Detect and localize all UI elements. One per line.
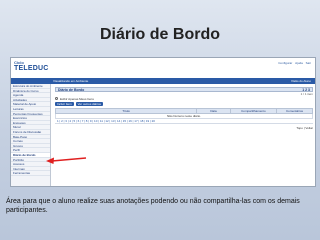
nav-context-text: Visualizando em Ambiente (53, 79, 89, 83)
add-item-button[interactable]: Incluir Item (55, 102, 74, 106)
red-arrow-annotation (46, 157, 87, 164)
teleduc-logo: Ciclo TELEDUC (14, 60, 49, 76)
arrow-head (46, 157, 54, 164)
app-header: Ciclo TELEDUC Configurar Ajuda Sair (11, 58, 315, 78)
screenshot-frame: Ciclo TELEDUC Configurar Ajuda Sair Visu… (10, 57, 316, 187)
header-links: Configurar Ajuda Sair (276, 61, 311, 65)
arrow-shaft (51, 157, 87, 162)
main-content: Diário de Bordo 1 2 3 1 / 1 item Exibir … (54, 87, 313, 185)
header-link-sair[interactable]: Sair (306, 61, 311, 65)
header-link-ajuda[interactable]: Ajuda (295, 61, 303, 65)
sidebar-item[interactable]: Ferramentas (11, 171, 50, 176)
panel-title: Diário de Bordo 1 2 3 (55, 87, 313, 92)
slide-caption: Área para que o aluno realize suas anota… (6, 198, 300, 214)
pager[interactable]: 1 | 2 | 3 | 4 | 5 | 6 | 7 | 8 | 9 | 10 |… (55, 119, 313, 124)
nav-view-mode[interactable]: Visão do Aluno (291, 79, 311, 83)
header-link-configurar[interactable]: Configurar (278, 61, 292, 65)
slide-title: Diário de Bordo (99, 26, 220, 43)
panel-controls[interactable]: 1 2 3 (302, 88, 310, 92)
action-buttons: Incluir Item Ver outros diários (55, 101, 313, 107)
other-diaries-button[interactable]: Ver outros diários (75, 102, 104, 106)
filter-radio[interactable] (55, 97, 58, 100)
table-row: Não há itens neste diário. (55, 113, 313, 119)
top-nav-bar: Visualizando em Ambiente Visão do Aluno (11, 78, 315, 84)
logo-main-text: TELEDUC (14, 65, 49, 72)
footer-links[interactable]: Topo | Voltar (55, 126, 313, 130)
diary-table: Título Data Compartilhamento Comentários… (54, 108, 313, 119)
panel-title-text: Diário de Bordo (58, 88, 85, 92)
sidebar: Estrutura do Ambiente Dinâmica do Curso Ag… (11, 84, 51, 186)
filter-label: Exibir Apenas Meus Itens (60, 96, 94, 101)
empty-message: Não há itens neste diário. (55, 113, 313, 119)
